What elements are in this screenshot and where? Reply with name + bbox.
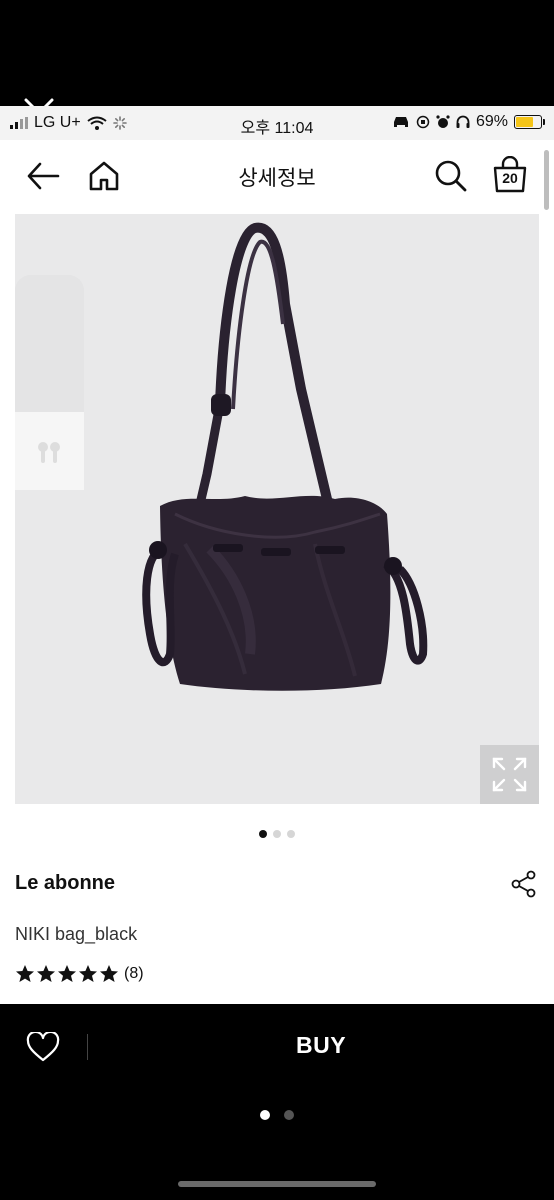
status-bar: LG U+ 오후 11:04 69% xyxy=(0,106,554,140)
star-rating-icon xyxy=(16,965,118,982)
review-count: (8) xyxy=(124,965,144,982)
cart-button[interactable]: 20 xyxy=(492,155,528,194)
bag-illustration xyxy=(142,222,428,691)
page-indicator xyxy=(0,1110,554,1120)
status-right-group: 69% xyxy=(392,113,545,131)
page-title: 상세정보 xyxy=(238,167,316,190)
heart-icon[interactable] xyxy=(26,1032,60,1062)
page-dot[interactable] xyxy=(284,1110,294,1120)
product-name: NIKI bag_black xyxy=(15,924,138,944)
indicator-dot[interactable] xyxy=(273,830,281,838)
rating[interactable]: (8) xyxy=(15,964,144,984)
battery-icon xyxy=(514,115,545,129)
search-icon[interactable] xyxy=(434,159,468,193)
thumbnail-panel[interactable] xyxy=(15,275,84,490)
product-image[interactable] xyxy=(15,214,539,804)
expand-icon xyxy=(492,757,527,792)
alarm-icon xyxy=(436,115,450,128)
share-icon[interactable] xyxy=(510,870,538,898)
earbuds-icon xyxy=(38,442,60,463)
scrollbar[interactable] xyxy=(544,150,549,210)
expand-image-button[interactable] xyxy=(480,745,539,804)
thumbnail-top[interactable] xyxy=(15,275,84,412)
headphones-icon xyxy=(456,115,470,128)
thumbnail-bottom[interactable] xyxy=(15,412,84,490)
buy-button[interactable]: BUY xyxy=(88,1032,554,1059)
orientation-lock-icon xyxy=(416,115,430,129)
image-indicator xyxy=(0,830,554,838)
car-icon xyxy=(393,117,408,127)
indicator-dot[interactable] xyxy=(259,830,267,838)
home-indicator[interactable] xyxy=(178,1181,376,1187)
brand-name[interactable]: Le abonne xyxy=(15,872,115,895)
battery-percent: 69% xyxy=(475,113,508,130)
indicator-dot[interactable] xyxy=(287,830,295,838)
cart-count: 20 xyxy=(502,170,518,186)
page-dot[interactable] xyxy=(260,1110,270,1120)
app-header: 상세정보 20 xyxy=(0,140,554,212)
